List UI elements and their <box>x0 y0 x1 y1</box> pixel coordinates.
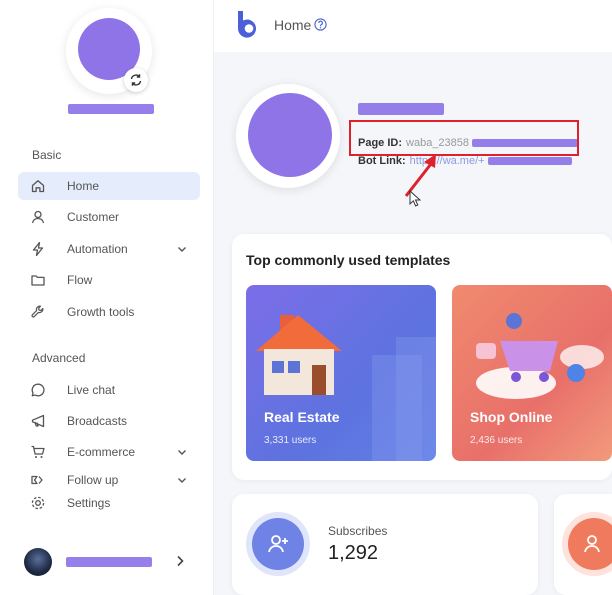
section-label-advanced: Advanced <box>32 351 86 365</box>
sidebar-item-follow-up[interactable]: Follow up <box>18 470 200 490</box>
gear-icon <box>28 493 48 513</box>
follow-up-icon <box>28 470 48 490</box>
sidebar-item-automation[interactable]: Automation <box>18 235 200 263</box>
subscribers-card: Subscribes 1,292 <box>232 494 538 595</box>
cart-icon <box>28 442 48 462</box>
user-menu[interactable] <box>0 536 214 592</box>
sidebar-item-label: Settings <box>67 496 111 510</box>
top-bar: Home <box>214 0 612 52</box>
subscribers-label: Subscribes <box>328 524 388 538</box>
bot-avatar <box>236 84 340 188</box>
sidebar-item-label: E-commerce <box>67 445 136 459</box>
sidebar-item-broadcasts[interactable]: Broadcasts <box>18 407 200 435</box>
b-logo-icon[interactable] <box>234 9 262 46</box>
sidebar-item-label: Home <box>67 179 100 193</box>
chevron-down-icon[interactable] <box>176 242 188 260</box>
help-circle-icon[interactable] <box>314 18 327 36</box>
add-user-icon <box>568 518 612 570</box>
sync-icon[interactable] <box>124 68 148 92</box>
bolt-icon <box>28 239 48 259</box>
mouse-cursor-icon <box>409 190 421 207</box>
sidebar-item-customer[interactable]: Customer <box>18 203 200 231</box>
subscribers-count: 1,292 <box>328 542 379 564</box>
sidebar-item-growth-tools[interactable]: Growth tools <box>18 298 200 326</box>
megaphone-icon <box>28 411 48 431</box>
avatar-image <box>248 93 332 177</box>
chevron-down-icon[interactable] <box>176 473 188 491</box>
sidebar-item-home[interactable]: Home <box>18 172 200 200</box>
templates-title: Top commonly used templates <box>246 252 451 268</box>
highlight-box <box>349 120 579 156</box>
template-card-real-estate[interactable]: Real Estate 3,331 users <box>246 285 436 461</box>
sidebar-item-settings[interactable]: Settings <box>18 492 200 514</box>
sidebar-item-e-commerce[interactable]: E-commerce <box>18 438 200 466</box>
sidebar-item-label: Broadcasts <box>67 414 128 428</box>
wrench-icon <box>28 302 48 322</box>
sidebar: Basic Home Customer Automation Flow Grow… <box>0 0 214 595</box>
template-title: Real Estate <box>264 409 340 425</box>
sidebar-item-label: Automation <box>67 242 128 256</box>
avatar <box>24 548 52 576</box>
chevron-right-icon[interactable] <box>174 554 186 573</box>
folder-icon <box>28 270 48 290</box>
redacted-profile-name <box>68 104 154 114</box>
template-card-shop-online[interactable]: Shop Online 2,436 users <box>452 285 612 461</box>
add-user-icon <box>252 518 304 570</box>
sidebar-item-label: Customer <box>67 210 120 224</box>
sidebar-item-label: Follow up <box>67 473 119 487</box>
user-icon <box>28 207 48 227</box>
section-label-basic: Basic <box>32 148 62 162</box>
bot-link-row: Bot Link: https://wa.me/+ <box>358 155 572 167</box>
template-users: 3,331 users <box>264 435 317 446</box>
stat-card-partial <box>554 494 612 595</box>
redacted-bot-name <box>358 103 444 115</box>
arrow-annotation <box>404 154 436 197</box>
chevron-down-icon[interactable] <box>176 445 188 463</box>
sidebar-item-live-chat[interactable]: Live chat <box>18 376 200 404</box>
chat-icon <box>28 380 48 400</box>
bot-link-label: Bot Link: <box>358 155 406 167</box>
templates-panel: Top commonly used templates Real Estate … <box>232 234 612 480</box>
sidebar-item-flow[interactable]: Flow <box>18 266 200 294</box>
home-icon <box>28 176 48 196</box>
template-users: 2,436 users <box>470 435 523 446</box>
redacted-user-name <box>66 557 152 567</box>
redacted-bot-link <box>487 157 572 166</box>
sidebar-item-label: Growth tools <box>67 305 135 319</box>
page-title: Home <box>274 17 312 33</box>
profile-avatar[interactable] <box>66 8 152 94</box>
sidebar-item-label: Live chat <box>67 383 116 397</box>
template-title: Shop Online <box>470 409 553 425</box>
sidebar-item-label: Flow <box>67 273 93 287</box>
